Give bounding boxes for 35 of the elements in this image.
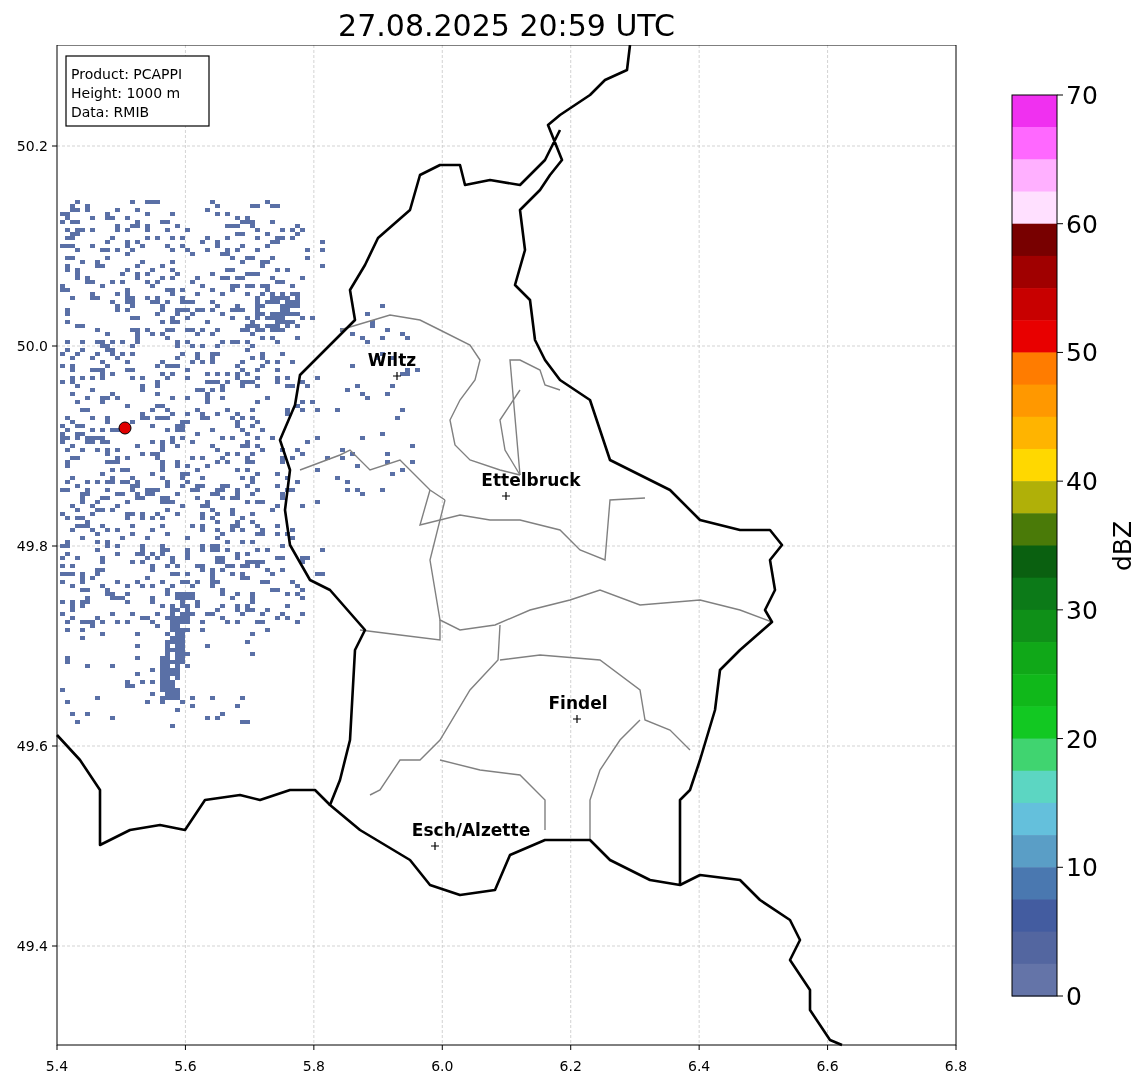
city-label: Esch/Alzette — [411, 820, 531, 840]
plus-marker-icon — [392, 371, 402, 381]
info-text: Height: 1000 m — [71, 85, 181, 101]
city-label: Wiltz — [367, 350, 417, 370]
colorbar-tick-label: 60 — [1066, 209, 1098, 239]
info-text: Data: RMIB — [71, 104, 150, 120]
y-tick-label: 49.4 — [16, 938, 48, 954]
x-tick-label: 6.6 — [816, 1058, 839, 1074]
colorbar-tick-label: 0 — [1066, 982, 1082, 1011]
radar-site-marker — [118, 421, 132, 435]
info-text: Product: PCAPPI — [71, 66, 183, 82]
x-tick-label: 5.6 — [174, 1058, 197, 1074]
plus-marker-icon — [430, 841, 440, 851]
colorbar-tick-label: 10 — [1066, 853, 1098, 883]
colorbar-label: dBZ — [1108, 520, 1137, 572]
x-tick-label: 6.0 — [431, 1058, 454, 1074]
colorbar-tick-label: 40 — [1066, 467, 1098, 497]
y-tick-label: 49.8 — [16, 538, 48, 554]
x-tick-label: 6.8 — [944, 1058, 968, 1074]
colorbar-tick-label: 70 — [1066, 81, 1098, 110]
chart-title: 27.08.2025 20:59 UTC — [337, 7, 676, 45]
x-tick-label: 6.4 — [688, 1058, 711, 1074]
y-tick-label: 49.6 — [16, 738, 48, 754]
colorbar-tick-label: 30 — [1066, 595, 1098, 625]
city-label: Ettelbruck — [481, 470, 581, 490]
plus-marker-icon — [572, 714, 582, 724]
x-tick-label: 5.8 — [302, 1058, 325, 1074]
x-tick-label: 6.2 — [559, 1058, 582, 1074]
colorbar-tick-label: 20 — [1066, 724, 1098, 754]
y-tick-label: 50.0 — [16, 338, 48, 354]
plus-marker-icon — [501, 491, 511, 501]
colorbar-tick-label: 50 — [1066, 338, 1098, 368]
x-tick-label: 5.4 — [45, 1058, 69, 1074]
city-label: Findel — [548, 693, 608, 713]
y-tick-label: 50.2 — [16, 138, 48, 154]
